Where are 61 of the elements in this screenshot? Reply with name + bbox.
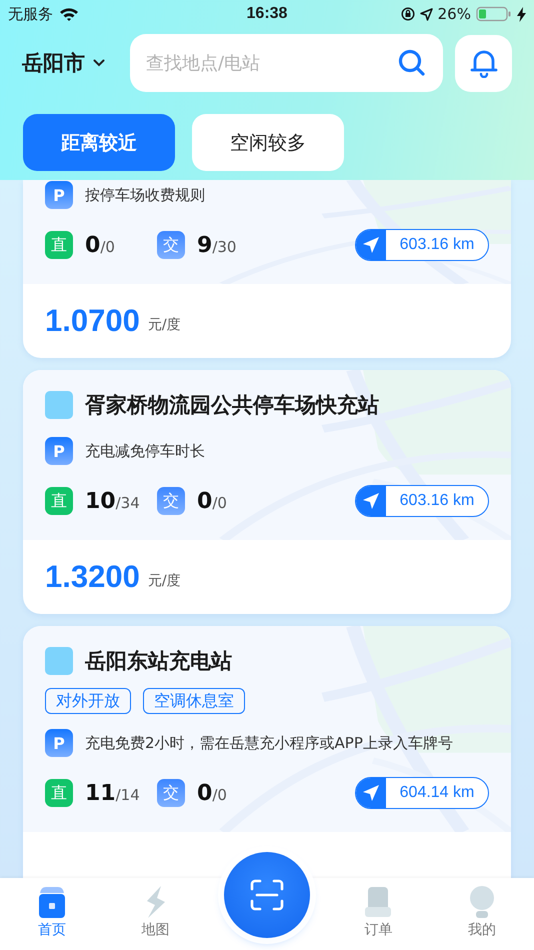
dc-count: 0/0 xyxy=(85,232,116,258)
ac-count: 0/0 xyxy=(197,488,228,514)
location-arrow-icon xyxy=(420,8,433,20)
ac-count: 0/0 xyxy=(197,780,228,806)
parking-note: 按停车场收费规则 xyxy=(85,186,205,204)
dc-count: 11/14 xyxy=(85,780,141,806)
tab-item[interactable]: 订单 xyxy=(326,878,430,940)
ac-badge: 交 xyxy=(157,779,185,807)
battery-icon xyxy=(476,6,512,22)
tab-item[interactable]: 我的 xyxy=(430,878,534,940)
chevron-down-icon xyxy=(93,59,105,67)
parking-note: 充电减免停车时长 xyxy=(85,442,205,460)
dc-badge: 直 xyxy=(45,231,73,259)
city-selector[interactable]: 岳阳市 xyxy=(22,49,118,77)
parking-badge: P xyxy=(45,181,73,209)
battery-percent: 26% xyxy=(438,5,471,23)
station-card[interactable]: 岳阳东站充电站 对外开放 空调休息室 P 充电免费2小时，需在岳慧充小程序或APP上录入车牌号 直 11/14 交 0/0 604.14 km xyxy=(23,626,511,878)
price-unit: 元/度 xyxy=(148,316,181,334)
station-icon xyxy=(45,391,73,419)
ac-badge: 交 xyxy=(157,231,185,259)
station-name: 胥家桥物流园公共停车场快充站 xyxy=(85,392,379,419)
bell-icon xyxy=(470,48,498,78)
sort-tab[interactable]: 空闲较多 xyxy=(192,114,344,171)
navigate-button[interactable]: 603.16 km xyxy=(355,485,489,517)
navigation-arrow-icon xyxy=(362,236,380,254)
station-icon xyxy=(45,647,73,675)
station-name: 岳阳东站充电站 xyxy=(85,648,232,675)
navigation-arrow-icon xyxy=(362,784,380,802)
dc-badge: 直 xyxy=(45,779,73,807)
rotation-lock-icon xyxy=(400,7,415,21)
clock-time: 16:38 xyxy=(246,5,288,23)
dc-count: 10/34 xyxy=(85,488,141,514)
wifi-icon xyxy=(59,7,79,21)
parking-note: 充电免费2小时，需在岳慧充小程序或APP上录入车牌号 xyxy=(85,734,453,752)
dc-badge: 直 xyxy=(45,487,73,515)
price: 1.0700 xyxy=(45,303,140,339)
price-unit: 元/度 xyxy=(148,572,181,590)
tab-item[interactable]: 地图 xyxy=(104,878,208,940)
document-icon xyxy=(363,885,394,919)
scan-icon xyxy=(250,879,284,911)
notification-button[interactable] xyxy=(455,34,512,92)
navigate-button[interactable]: 603.16 km xyxy=(355,229,489,261)
search-field[interactable]: 查找地点/电站 xyxy=(130,34,443,92)
charging-bolt-icon xyxy=(516,6,526,22)
feature-tag: 对外开放 xyxy=(45,688,131,714)
carrier-text: 无服务 xyxy=(8,4,53,24)
sort-tab[interactable]: 距离较近 xyxy=(23,114,175,171)
scan-button[interactable] xyxy=(224,852,310,938)
ac-badge: 交 xyxy=(157,487,185,515)
feature-tag: 空调休息室 xyxy=(143,688,245,714)
navigate-button[interactable]: 604.14 km xyxy=(355,777,489,809)
tab-item[interactable]: 首页 xyxy=(0,878,104,940)
search-icon[interactable] xyxy=(397,48,427,78)
home-box-icon xyxy=(36,885,67,919)
parking-badge: P xyxy=(45,729,73,757)
ac-count: 9/30 xyxy=(197,232,238,258)
station-card[interactable]: 胥家桥物流园公共停车场快充站 P 充电减免停车时长 直 10/34 交 0/0 603.16 km 1.3200 元/度 xyxy=(23,370,511,614)
parking-badge: P xyxy=(45,437,73,465)
station-card[interactable]: P 按停车场收费规则 直 0/0 交 9/30 603.16 km 1.0700 元/度 xyxy=(23,180,511,358)
price: 1.3200 xyxy=(45,559,140,595)
navigation-arrow-icon xyxy=(362,492,380,510)
